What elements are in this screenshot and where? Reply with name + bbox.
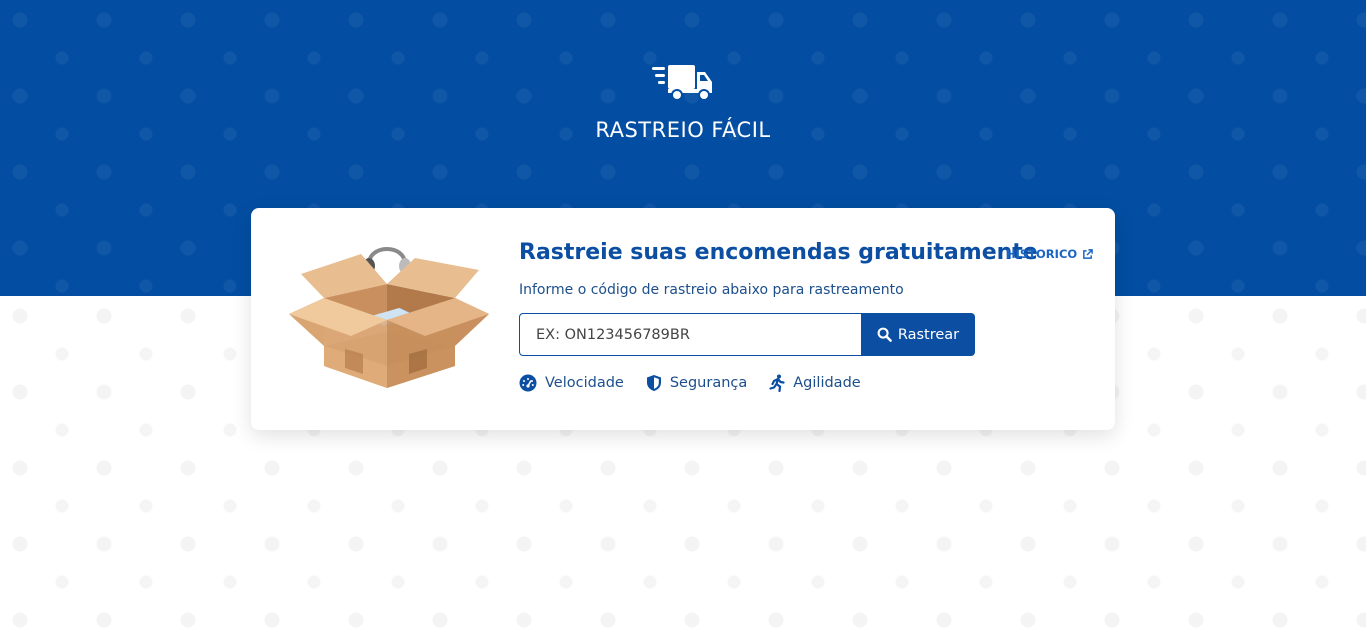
history-link-label: HISTORICO [1006,247,1078,261]
feature-security: Segurança [646,374,747,392]
feature-speed: Velocidade [519,374,624,392]
external-link-icon [1083,248,1093,259]
track-button-label: Rastrear [897,326,960,343]
search-icon [877,327,892,342]
feature-security-label: Segurança [669,375,748,391]
feature-agility: Agilidade [769,374,861,392]
brand-name: RASTREIO FÁCIL [595,118,771,142]
tracking-code-input[interactable] [519,313,861,356]
open-box-illustration [289,247,489,388]
track-button[interactable]: Rastrear [861,313,975,356]
search-form: Rastrear [519,313,975,356]
card-subtitle: Informe o código de rastreio abaixo para… [519,282,904,298]
history-link[interactable]: HISTORICO [1006,247,1093,261]
speedometer-icon [519,374,537,392]
delivery-truck-icon [652,65,712,101]
feature-agility-label: Agilidade [793,375,861,391]
running-icon [769,374,785,392]
card-title: Rastreie suas encomendas gratuitamente [519,240,1038,265]
shield-icon [646,375,661,391]
brand-header: RASTREIO FÁCIL [0,64,1366,142]
feature-speed-label: Velocidade [545,375,624,391]
tracking-card: Rastreie suas encomendas gratuitamente H… [251,208,1115,430]
features-list: Velocidade Segurança Agilidade [519,374,861,392]
